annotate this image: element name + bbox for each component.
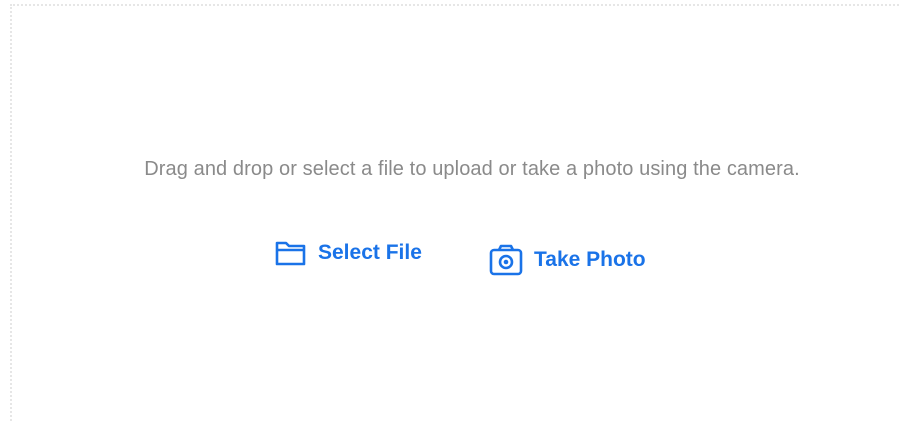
take-photo-button[interactable]: Take Photo (488, 243, 646, 277)
select-file-label: Select File (318, 241, 422, 264)
folder-icon (274, 238, 308, 268)
select-file-button[interactable]: Select File (274, 238, 422, 268)
camera-icon (488, 243, 524, 277)
dropzone-instructions: Drag and drop or select a file to upload… (144, 158, 800, 180)
take-photo-label: Take Photo (534, 248, 646, 271)
file-dropzone[interactable]: Drag and drop or select a file to upload… (10, 4, 899, 421)
